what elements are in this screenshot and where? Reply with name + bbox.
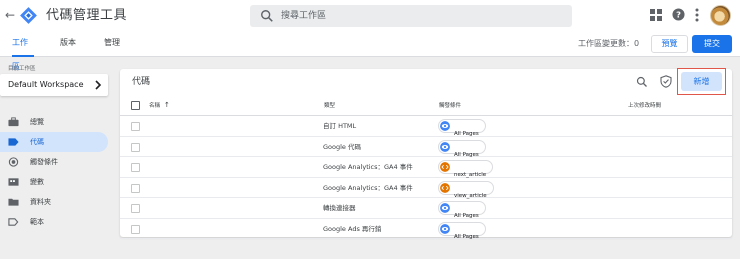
custom-event-icon [440,162,450,172]
table-header: 名稱 ↑ 類型 觸發條件 上次修改時間 [120,97,732,116]
tag-type: Google 代碼 [323,142,361,151]
back-arrow-icon[interactable]: ← [2,7,18,23]
tags-card: 代碼 新增 名稱 ↑ 類型 觸發條件 上次修改時間 自訂 HTML All Pag… [120,68,732,240]
column-header-type[interactable]: 類型 [324,102,335,110]
sidebar-item-label: 總覽 [30,118,44,126]
tag-type: 自訂 HTML [323,122,357,130]
template-icon [8,218,19,226]
column-header-name[interactable]: 名稱 [149,102,160,110]
workspace-changes-count: 工作區變更數：0 [578,39,640,48]
custom-event-icon [440,182,450,193]
trigger-chip[interactable]: All Pages [438,201,486,219]
new-tag-button[interactable]: 新增 [681,72,722,91]
workspace-name: Default Workspace [8,80,84,89]
trigger-chip-label: All Pages [454,233,479,240]
row-checkbox[interactable] [131,183,140,193]
table-row[interactable]: Google Analytics：GA4 事件 next_article [120,157,732,178]
row-checkbox[interactable] [131,224,140,234]
tab-workspace[interactable]: 工作區 [12,31,34,71]
table-row[interactable]: 自訂 HTML All Pages [120,116,732,137]
submit-button[interactable]: 提交 [692,35,732,53]
current-workspace-label: 目前工作區 [8,66,36,72]
sidebar-item-label: 觸發條件 [30,158,58,166]
trigger-icon [8,157,19,167]
app-title: 代碼管理工具 [46,8,128,23]
sidebar-item-variables[interactable]: 變數 [0,172,108,192]
column-header-trigger[interactable]: 觸發條件 [439,102,461,110]
tag-icon [8,138,19,146]
trigger-chip[interactable]: All Pages [438,139,486,158]
top-bar: ← 代碼管理工具 搜尋工作區 ? [0,0,740,31]
folder-icon [8,198,19,206]
sidebar-item-label: 變數 [30,178,44,186]
shield-check-icon[interactable] [660,75,672,88]
tab-admin[interactable]: 管理 [104,31,120,57]
tag-type: 轉換連接器 [323,204,356,212]
sidebar-item-folders[interactable]: 資料夾 [0,192,108,212]
sidebar-item-label: 資料夾 [30,198,51,206]
tag-type: Google Analytics：GA4 事件 [323,183,413,192]
sidebar-item-overview[interactable]: 總覽 [0,112,108,132]
pageview-icon [440,121,450,131]
tag-type: Google Analytics：GA4 事件 [323,163,413,171]
workspace-selector[interactable]: Default Workspace [0,74,108,96]
sidebar-item-label: 代碼 [30,138,44,146]
column-header-last-edited[interactable]: 上次修改時間 [628,102,661,110]
search-icon [261,10,273,22]
trigger-chip[interactable]: All Pages [438,221,486,240]
trigger-chip[interactable]: next_article [438,160,494,178]
help-icon[interactable]: ? [672,8,685,21]
apps-grid-icon[interactable] [650,9,662,21]
tag-type: Google Ads 再行銷 [323,224,382,233]
table-row[interactable]: Google Ads 再行銷 All Pages [120,219,732,240]
pageview-icon [440,203,450,213]
trigger-chip[interactable]: All Pages [438,119,486,137]
avatar[interactable] [710,5,731,26]
sidebar-item-templates[interactable]: 範本 [0,212,108,232]
sidebar-item-tags[interactable]: 代碼 [0,132,108,152]
search-placeholder: 搜尋工作區 [281,11,327,21]
table-row[interactable]: Google 代碼 All Pages [120,137,732,158]
svg-text:?: ? [676,10,681,20]
row-checkbox[interactable] [131,163,140,172]
pageview-icon [440,141,450,152]
select-all-checkbox[interactable] [131,101,140,110]
sidebar-item-triggers[interactable]: 觸發條件 [0,152,108,172]
workspace-search[interactable]: 搜尋工作區 [250,5,572,27]
workspace-toolbar: 工作區 版本 管理 工作區變更數：0 預覽 提交 [0,31,740,71]
sidebar-item-label: 範本 [30,218,44,226]
search-icon[interactable] [636,76,648,88]
table-row[interactable]: Google Analytics：GA4 事件 view_article [120,178,732,199]
chevron-right-icon [95,80,102,90]
card-title: 代碼 [132,77,151,87]
variables-icon [8,178,19,186]
preview-button[interactable]: 預覽 [651,35,688,53]
table-row[interactable]: 轉換連接器 All Pages [120,198,732,219]
tab-versions[interactable]: 版本 [60,31,76,57]
trigger-chip[interactable]: view_article [438,180,494,199]
more-vert-icon[interactable] [693,8,701,22]
briefcase-icon [8,117,19,127]
row-checkbox[interactable] [131,122,140,131]
sort-ascending-icon[interactable]: ↑ [164,101,170,110]
tag-manager-logo-icon [20,7,37,24]
row-checkbox[interactable] [131,204,140,213]
pageview-icon [440,223,450,234]
row-checkbox[interactable] [131,142,140,152]
